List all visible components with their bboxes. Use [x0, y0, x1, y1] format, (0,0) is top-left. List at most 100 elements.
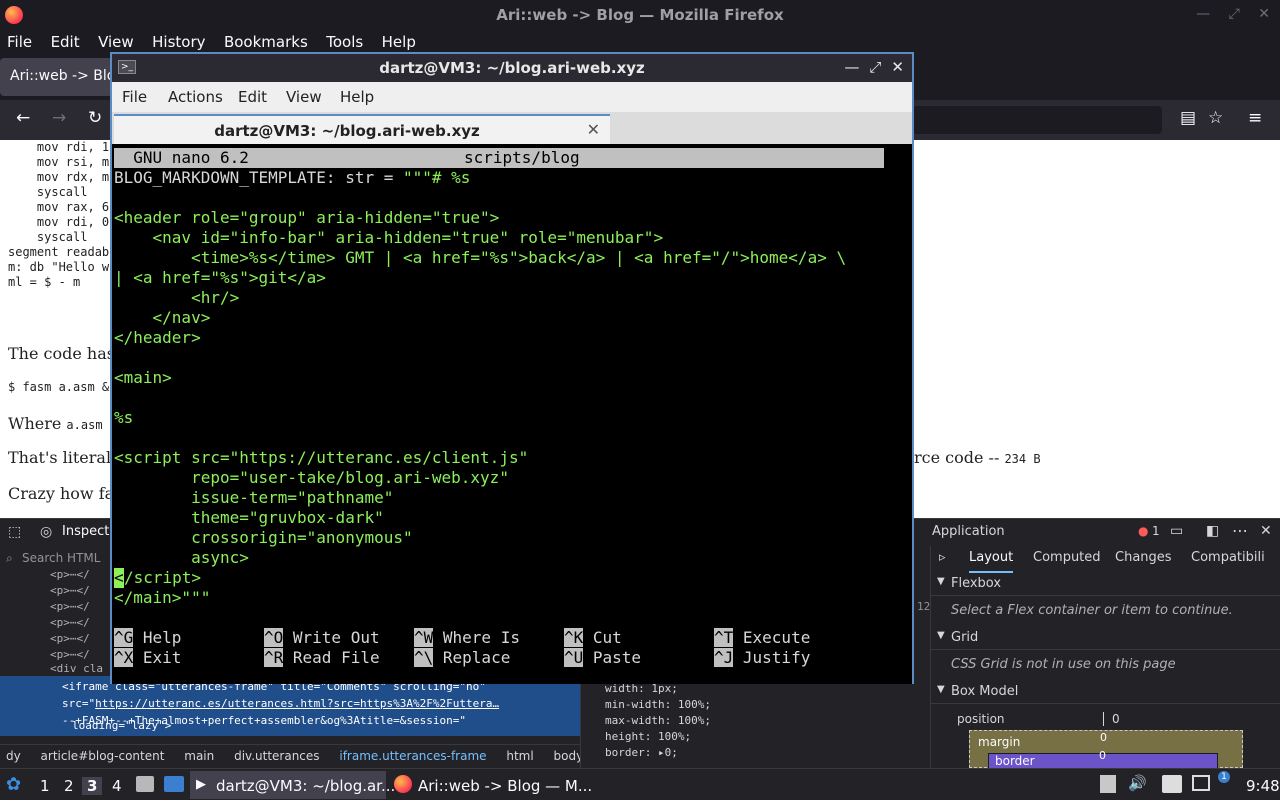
menu-edit[interactable]: Edit: [51, 30, 80, 51]
css-declaration[interactable]: min-width: 100%;: [605, 698, 711, 711]
grid-section[interactable]: ▼ Grid: [931, 626, 1280, 650]
files-tray-icon[interactable]: [1162, 775, 1182, 793]
position-value[interactable]: 0: [1103, 712, 1120, 726]
taskbar-terminal-task[interactable]: dartz@VM3: ~/blog.ar...: [216, 777, 395, 795]
nano-line: BLOG_MARKDOWN_TEMPLATE: str = """# %s: [114, 168, 470, 188]
element-picker-icon[interactable]: ⬚: [8, 524, 21, 540]
more-options-icon[interactable]: ⋯: [1232, 521, 1248, 540]
nano-shortcut[interactable]: ^\ Replace: [414, 648, 510, 668]
css-declaration[interactable]: border: ▸0;: [605, 746, 678, 759]
tab-computed[interactable]: Computed: [1033, 550, 1101, 565]
flexbox-section[interactable]: ▼ Flexbox: [931, 572, 1280, 596]
tab-close-icon[interactable]: ✕: [587, 120, 600, 139]
menu-tools[interactable]: Tools: [326, 30, 363, 51]
margin-value[interactable]: 0: [1100, 731, 1107, 744]
tree-node[interactable]: <p>⋯</: [50, 584, 90, 597]
menu-bookmarks[interactable]: Bookmarks: [224, 30, 308, 51]
menu-help[interactable]: Help: [382, 30, 416, 51]
paragraph-where: Where a.asm: [8, 414, 103, 433]
devtools-close-icon[interactable]: ✕: [1260, 523, 1272, 539]
tree-node[interactable]: <p>⋯</: [50, 616, 90, 629]
bookmark-star-icon[interactable]: ☆: [1208, 108, 1223, 128]
nano-shortcut[interactable]: ^U Paste: [564, 648, 641, 668]
tab-changes[interactable]: Changes: [1115, 550, 1172, 565]
tab-layout[interactable]: Layout: [969, 550, 1014, 573]
nano-shortcut[interactable]: ^O Write Out: [264, 628, 380, 648]
breadcrumb-item[interactable]: article#blog-content: [41, 749, 165, 763]
terminal-tab[interactable]: dartz@VM3: ~/blog.ari-web.xyz ✕: [114, 114, 610, 144]
clock[interactable]: 9:48: [1246, 777, 1280, 795]
hamburger-menu-icon[interactable]: ≡: [1248, 108, 1262, 128]
tree-node[interactable]: <p>⋯</: [50, 568, 90, 581]
minimize-icon[interactable]: —: [1196, 6, 1210, 22]
taskbar-firefox-task[interactable]: Ari::web -> Blog — M...: [418, 777, 592, 795]
file-manager-icon[interactable]: [136, 776, 154, 792]
nano-shortcut[interactable]: ^R Read File: [264, 648, 380, 668]
css-declaration[interactable]: height: 100%;: [605, 730, 691, 743]
nano-shortcut[interactable]: ^X Exit: [114, 648, 181, 668]
workspace-2[interactable]: 2: [64, 777, 74, 795]
dock-icon[interactable]: ◧: [1206, 523, 1219, 539]
nano-shortcut[interactable]: ^G Help: [114, 628, 181, 648]
margin-box[interactable]: margin 0 border 0: [969, 730, 1243, 769]
firefox-tab[interactable]: Ari::web -> Blog: [0, 58, 112, 96]
responsive-icon[interactable]: ▭: [1170, 523, 1183, 539]
breadcrumb-item[interactable]: div.utterances: [234, 749, 319, 763]
clipboard-icon[interactable]: [1100, 775, 1116, 793]
close-icon[interactable]: ✕: [1258, 6, 1270, 22]
volume-icon[interactable]: 🔊: [1128, 774, 1147, 792]
show-desktop-icon[interactable]: [164, 776, 184, 792]
term-menu-help[interactable]: Help: [340, 88, 374, 106]
reload-icon[interactable]: ↻: [88, 108, 102, 128]
breadcrumb-item[interactable]: dy: [6, 749, 21, 763]
menu-history[interactable]: History: [152, 30, 205, 51]
flexbox-note: Select a Flex container or item to conti…: [951, 603, 1233, 618]
tree-node[interactable]: <div cla: [50, 662, 103, 675]
sidebar-toggle-icon[interactable]: ▹: [939, 550, 946, 565]
terminal-window[interactable]: >_ dartz@VM3: ~/blog.ari-web.xyz — ⤢ ✕ Fil…: [110, 52, 914, 684]
network-icon[interactable]: [1192, 775, 1210, 791]
menu-file[interactable]: File: [7, 30, 32, 51]
workspace-4[interactable]: 4: [112, 777, 122, 795]
nano-shortcut[interactable]: ^T Execute: [714, 628, 810, 648]
breadcrumb-item[interactable]: html: [506, 749, 533, 763]
tree-node[interactable]: <p>⋯</: [50, 632, 90, 645]
workspace-1[interactable]: 1: [40, 777, 50, 795]
close-icon[interactable]: ✕: [891, 58, 904, 76]
border-value[interactable]: 0: [1099, 749, 1106, 762]
menu-view[interactable]: View: [98, 30, 134, 51]
border-box[interactable]: border 0: [988, 749, 1218, 769]
tab-inspector[interactable]: Inspecto: [62, 524, 117, 539]
start-menu-icon[interactable]: ✿: [6, 774, 21, 795]
tree-node[interactable]: <p>⋯</: [50, 600, 90, 613]
boxmodel-section[interactable]: ▼ Box Model: [931, 680, 1280, 704]
nano-line: <header role="group" aria-hidden="true">: [114, 208, 499, 228]
term-menu-file[interactable]: File: [122, 88, 147, 106]
src-link[interactable]: https://utteranc.es/utterances.html?src=…: [95, 697, 499, 710]
maximize-icon[interactable]: ⤢: [1229, 6, 1240, 22]
shortcut-label: Replace: [433, 648, 511, 667]
maximize-icon[interactable]: ⤢: [869, 58, 881, 76]
forward-arrow-icon[interactable]: →: [52, 108, 66, 128]
workspace-3[interactable]: 3: [82, 777, 103, 795]
notification-badge[interactable]: 1: [1218, 771, 1230, 783]
tree-node[interactable]: <p>⋯</: [50, 648, 90, 661]
breadcrumb-item[interactable]: body: [554, 749, 584, 763]
nano-editor[interactable]: GNU nano 6.2 scripts/blog BLOG_MARKDOWN_T…: [112, 144, 912, 684]
nano-shortcut[interactable]: ^K Cut: [564, 628, 622, 648]
tab-application[interactable]: Application: [932, 524, 1005, 539]
breadcrumb-item[interactable]: main: [184, 749, 214, 763]
term-menu-actions[interactable]: Actions: [168, 88, 223, 106]
term-menu-view[interactable]: View: [286, 88, 322, 106]
css-declaration[interactable]: max-width: 100%;: [605, 714, 711, 727]
minimize-icon[interactable]: —: [844, 58, 859, 76]
nano-shortcut[interactable]: ^W Where Is: [414, 628, 520, 648]
nano-shortcut[interactable]: ^J Justify: [714, 648, 810, 668]
back-arrow-icon[interactable]: ←: [16, 108, 30, 128]
tab-compatibility[interactable]: Compatibili: [1191, 550, 1265, 565]
term-menu-edit[interactable]: Edit: [238, 88, 267, 106]
url-bar[interactable]: [912, 106, 1162, 134]
reader-view-icon[interactable]: ▤: [1180, 108, 1196, 128]
breadcrumb-item[interactable]: iframe.utterances-frame: [339, 749, 486, 763]
error-icon[interactable]: ●: [1138, 524, 1148, 538]
